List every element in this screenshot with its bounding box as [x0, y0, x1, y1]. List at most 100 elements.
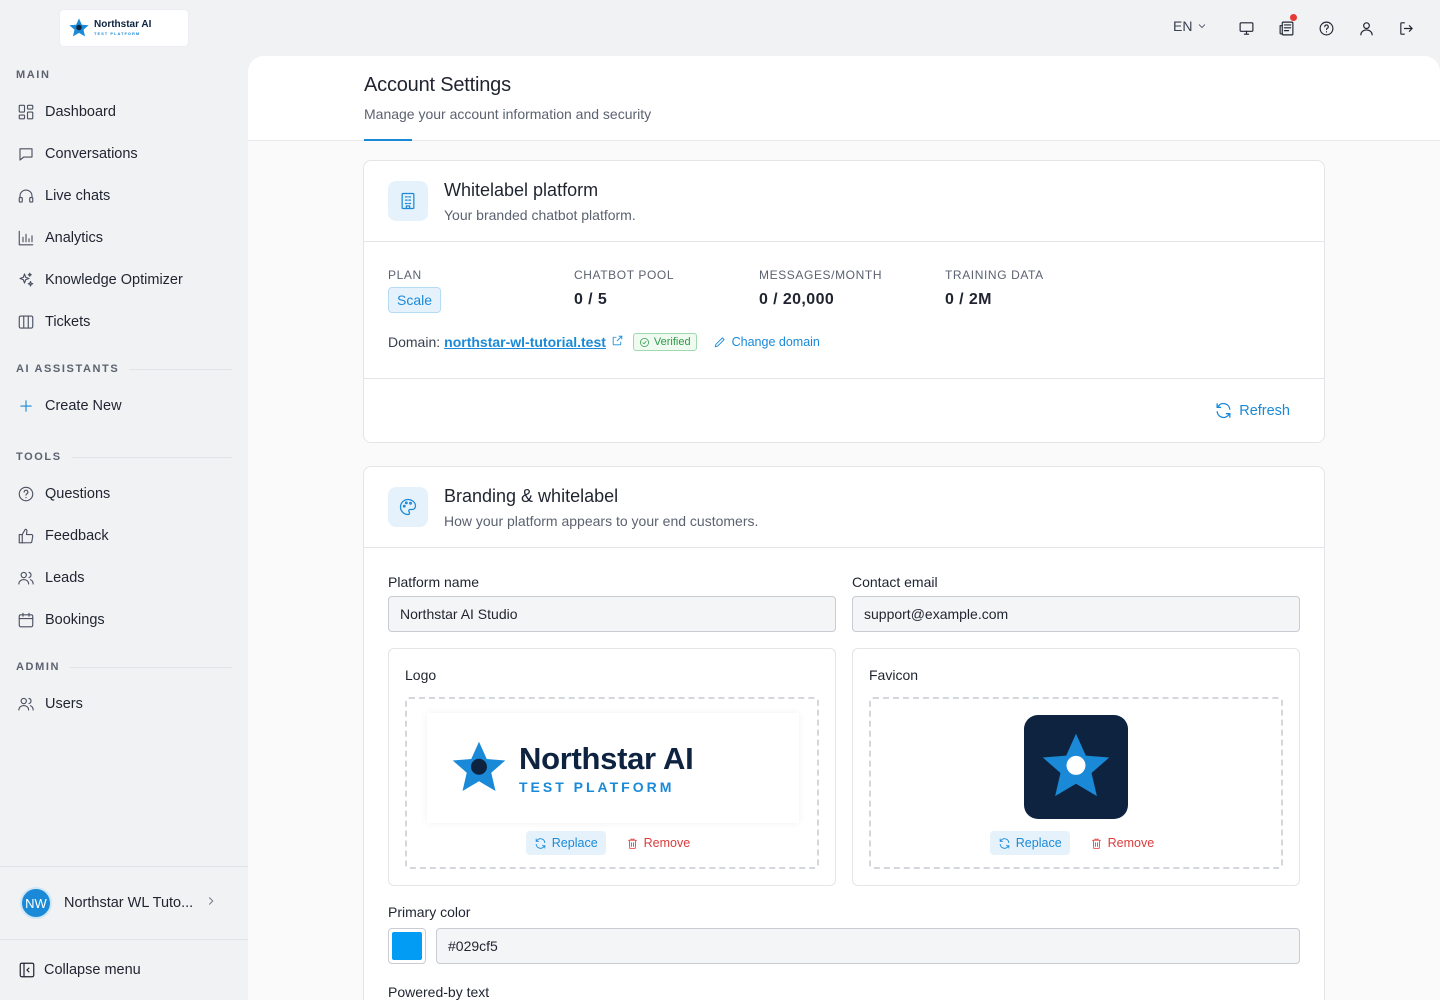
sidebar-item-label: Users: [45, 696, 83, 712]
dashboard-icon: [16, 102, 36, 122]
section-label-tools: TOOLS: [16, 451, 232, 463]
stat-label: PLAN: [388, 268, 422, 282]
sidebar-divider: [0, 866, 248, 867]
domain-row: Domain: northstar-wl-tutorial.test Verif…: [388, 333, 820, 351]
logo-replace-button[interactable]: Replace: [525, 831, 606, 855]
account-name: Northstar WL Tuto...: [64, 895, 194, 911]
help-button[interactable]: [1316, 18, 1336, 38]
primary-color-input[interactable]: [436, 928, 1300, 964]
section-label-main: MAIN: [16, 69, 51, 81]
sidebar-item-label: Conversations: [45, 146, 138, 162]
contact-email-input[interactable]: [852, 596, 1300, 632]
brand-logo[interactable]: Northstar AI TEST PLATFORM: [60, 10, 188, 46]
card-subtitle: How your platform appears to your end cu…: [444, 513, 759, 529]
training-data-stat: TRAINING DATA 0 / 2M: [945, 268, 1044, 309]
sidebar-item-dashboard[interactable]: Dashboard: [16, 96, 232, 128]
sidebar-item-label: Tickets: [45, 314, 91, 330]
monitor-button[interactable]: [1236, 18, 1256, 38]
sidebar-item-knowledge-optimizer[interactable]: Knowledge Optimizer: [16, 264, 232, 296]
sidebar-item-feedback[interactable]: Feedback: [16, 520, 232, 552]
sidebar-item-label: Dashboard: [45, 104, 116, 120]
sidebar-item-label: Feedback: [45, 528, 109, 544]
top-bar: EN: [248, 0, 1440, 56]
user-icon: [1359, 21, 1373, 35]
bar-chart-icon: [16, 228, 36, 248]
favicon-dropzone[interactable]: Replace Remove: [869, 697, 1283, 869]
sidebar-item-conversations[interactable]: Conversations: [16, 138, 232, 170]
newspaper-icon: [1279, 21, 1293, 35]
page-subtitle: Manage your account information and secu…: [364, 106, 652, 122]
favicon-actions: Replace Remove: [871, 831, 1281, 855]
domain-link[interactable]: northstar-wl-tutorial.test: [444, 334, 606, 350]
logo-brand-name: Northstar AI: [519, 741, 694, 776]
section-label-ai-assistants: AI ASSISTANTS: [16, 363, 232, 375]
sidebar-item-bookings[interactable]: Bookings: [16, 604, 232, 636]
star-logo-icon: [452, 741, 506, 791]
palette-icon: [388, 487, 428, 527]
create-new-label: Create New: [45, 398, 122, 414]
page-header: Account Settings Manage your account inf…: [248, 56, 1440, 141]
refresh-button[interactable]: Refresh: [1214, 401, 1290, 420]
create-new-assistant-button[interactable]: Create New: [16, 390, 232, 422]
logo-preview: Northstar AI TEST PLATFORM: [427, 713, 799, 823]
color-swatch-fill: [392, 932, 422, 960]
trash-icon: [627, 838, 637, 849]
change-domain-button[interactable]: Change domain: [713, 335, 820, 349]
columns-icon: [16, 312, 36, 332]
card-title: Branding & whitelabel: [444, 486, 619, 506]
stat-label: TRAINING DATA: [945, 268, 1044, 282]
card-title: Whitelabel platform: [444, 180, 599, 200]
section-label-admin: ADMIN: [16, 661, 232, 673]
card-header: Whitelabel platform Your branded chatbot…: [364, 161, 1324, 242]
brand-name: Northstar AI: [94, 19, 152, 30]
external-link-icon[interactable]: [606, 334, 624, 350]
logo-brand-tagline: TEST PLATFORM: [519, 779, 675, 795]
logout-icon: [1399, 21, 1413, 35]
favicon-preview: [1024, 715, 1128, 819]
favicon-replace-button[interactable]: Replace: [989, 831, 1070, 855]
users-icon: [16, 568, 36, 588]
language-selector[interactable]: EN: [1173, 18, 1208, 34]
favicon-remove-button[interactable]: Remove: [1082, 831, 1163, 855]
news-button[interactable]: [1276, 14, 1297, 38]
sidebar-item-questions[interactable]: Questions: [16, 478, 232, 510]
stat-value: 0 / 2M: [945, 291, 992, 308]
avatar: NW: [20, 887, 52, 919]
primary-color-swatch[interactable]: [388, 928, 426, 964]
logo-actions: Replace Remove: [407, 831, 817, 855]
notification-dot: [1290, 14, 1297, 21]
trash-icon: [1091, 838, 1101, 849]
logo-remove-button[interactable]: Remove: [618, 831, 699, 855]
stat-value: 0 / 20,000: [759, 291, 835, 308]
star-logo-icon: [69, 18, 89, 37]
whitelabel-platform-card: Whitelabel platform Your branded chatbot…: [363, 160, 1325, 443]
sidebar-item-label: Analytics: [45, 230, 104, 246]
platform-name-input[interactable]: [388, 596, 836, 632]
main-content: Account Settings Manage your account inf…: [248, 56, 1440, 1000]
sidebar-item-users[interactable]: Users: [16, 688, 232, 720]
chevron-down-icon: [1199, 24, 1206, 29]
sidebar: Northstar AI TEST PLATFORM MAIN Dashboar…: [0, 0, 248, 1000]
collapse-menu-button[interactable]: Collapse menu: [18, 958, 141, 982]
account-switcher[interactable]: NW Northstar WL Tuto...: [0, 868, 248, 938]
plan-badge: Scale: [388, 287, 442, 313]
logout-button[interactable]: [1396, 18, 1416, 38]
sidebar-item-tickets[interactable]: Tickets: [16, 306, 232, 338]
sidebar-item-label: Bookings: [45, 612, 105, 628]
domain-label: Domain:: [388, 334, 441, 350]
card-header: Branding & whitelabel How your platform …: [364, 467, 1324, 548]
collapse-menu-label: Collapse menu: [44, 962, 141, 978]
plan-stat: PLAN Scale: [388, 268, 442, 313]
stat-value: 0 / 5: [574, 291, 608, 308]
profile-button[interactable]: [1356, 18, 1376, 38]
favicon-upload-panel: Favicon Replace Remove: [852, 648, 1300, 886]
help-circle-icon: [1319, 21, 1333, 35]
logo-dropzone[interactable]: Northstar AI TEST PLATFORM Replace Remov…: [405, 697, 819, 869]
sidebar-item-analytics[interactable]: Analytics: [16, 222, 232, 254]
page-title: Account Settings: [364, 74, 511, 96]
contact-email-label: Contact email: [852, 574, 938, 590]
refresh-icon: [535, 837, 546, 849]
sidebar-item-live-chats[interactable]: Live chats: [16, 180, 232, 212]
platform-name-label: Platform name: [388, 574, 480, 590]
sidebar-item-leads[interactable]: Leads: [16, 562, 232, 594]
